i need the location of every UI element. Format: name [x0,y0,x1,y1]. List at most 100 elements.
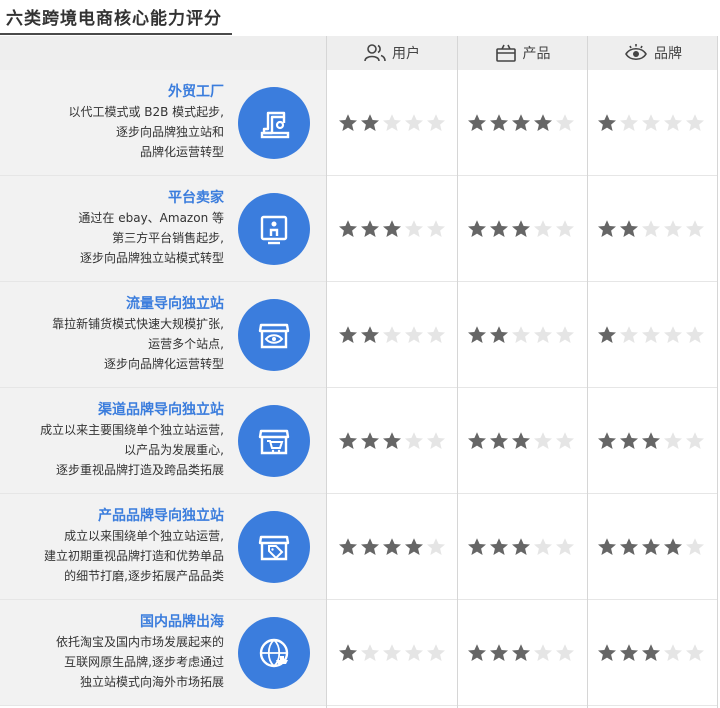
page-title: 六类跨境电商核心能力评分 [6,9,222,29]
star-rating [467,431,575,451]
row-name: 流量导向独立站 [126,296,224,312]
star-filled-icon [383,432,401,449]
star-filled-icon [361,432,379,449]
row-name: 产品品牌导向独立站 [98,508,224,524]
table-row: 产品品牌导向独立站 成立以来围绕单个独立站运营, 建立初期重视品牌打造和优势单品 的细… [0,494,718,600]
star-empty-icon [686,220,704,237]
star-filled-icon [598,114,616,131]
row-description-line: 成立以来主要围绕单个独立站运营, [40,423,224,437]
star-filled-icon [468,326,486,343]
row-description-line: 运营多个站点, [148,337,224,351]
column-divider [326,36,327,708]
column-divider [717,36,718,708]
row-description: 外贸工厂 以代工模式或 B2B 模式起步, 逐步向品牌独立站和 品牌化运营转型 [0,82,224,162]
header-product: 产品 [458,36,587,70]
star-rating [597,113,705,133]
row-description-line: 的细节打磨,逐步拓展产品品类 [64,569,224,583]
star-empty-icon [405,432,423,449]
star-empty-icon [556,326,574,343]
row-description-line: 独立站模式向海外市场拓展 [79,675,224,689]
category-badge [238,511,310,583]
star-empty-icon [534,220,552,237]
star-empty-icon [664,432,682,449]
star-rating [338,537,446,557]
star-filled-icon [361,538,379,555]
star-empty-icon [664,114,682,131]
star-filled-icon [468,644,486,661]
star-filled-icon [361,326,379,343]
star-filled-icon [468,114,486,131]
star-empty-icon [534,644,552,661]
row-name: 渠道品牌导向独立站 [98,402,224,418]
star-empty-icon [427,220,445,237]
row-description: 渠道品牌导向独立站 成立以来主要围绕单个独立站运营, 以产品为发展重心, 逐步重视品牌… [0,400,224,480]
row-description-line: 靠拉新铺货模式快速大规模扩张, [52,317,224,331]
row-description-line: 通过在 ebay、Amazon 等 [78,211,224,225]
star-rating [467,643,575,663]
star-filled-icon [490,114,508,131]
star-filled-icon [664,538,682,555]
star-filled-icon [534,114,552,131]
star-filled-icon [383,220,401,237]
table-row: 平台卖家 通过在 ebay、Amazon 等第三方平台销售起步, 逐步向品牌独立站模… [0,176,718,282]
header-label-users: 用户 [392,46,420,62]
table-row: 国内品牌出海 依托淘宝及国内市场发展起来的 互联网原生品牌,逐步考虑通过 独立站模式向… [0,600,718,706]
star-filled-icon [512,538,530,555]
row-description: 平台卖家 通过在 ebay、Amazon 等第三方平台销售起步, 逐步向品牌独立站模… [0,188,224,268]
row-name: 平台卖家 [168,190,224,206]
star-filled-icon [490,326,508,343]
star-filled-icon [361,220,379,237]
category-badge [238,193,310,265]
row-description-line: 建立初期重视品牌打造和优势单品 [43,549,224,563]
star-filled-icon [468,432,486,449]
rating-table: 用户 产品 品牌 外贸工厂 以代工模式或 B2B 模式起步, 逐步向品牌独立站和 品牌… [0,36,718,708]
star-empty-icon [427,326,445,343]
row-description: 国内品牌出海 依托淘宝及国内市场发展起来的 互联网原生品牌,逐步考虑通过 独立站模式向… [0,612,224,692]
star-empty-icon [427,114,445,131]
star-filled-icon [620,538,638,555]
star-filled-icon [642,538,660,555]
star-empty-icon [556,114,574,131]
star-filled-icon [405,538,423,555]
row-name: 国内品牌出海 [140,614,224,630]
title-underline [0,33,232,35]
star-empty-icon [686,432,704,449]
row-description-line: 依托淘宝及国内市场发展起来的 [55,635,224,649]
row-description-line: 逐步向品牌化运营转型 [103,357,224,371]
star-filled-icon [598,644,616,661]
star-filled-icon [339,220,357,237]
star-rating [597,219,705,239]
row-name: 外贸工厂 [168,84,224,100]
star-rating [467,113,575,133]
star-rating [467,219,575,239]
star-empty-icon [383,644,401,661]
star-empty-icon [556,644,574,661]
star-filled-icon [468,220,486,237]
category-badge [238,405,310,477]
star-empty-icon [556,538,574,555]
store-eye-icon [258,323,290,349]
star-rating [338,643,446,663]
star-empty-icon [361,644,379,661]
column-divider [587,36,588,708]
star-filled-icon [598,432,616,449]
star-filled-icon [598,326,616,343]
star-filled-icon [468,538,486,555]
star-rating [338,325,446,345]
star-filled-icon [490,538,508,555]
star-empty-icon [642,114,660,131]
star-filled-icon [339,538,357,555]
row-description-line: 以代工模式或 B2B 模式起步, [68,105,224,119]
star-empty-icon [686,114,704,131]
star-filled-icon [642,432,660,449]
star-empty-icon [427,538,445,555]
star-filled-icon [383,538,401,555]
star-empty-icon [534,538,552,555]
star-filled-icon [339,644,357,661]
star-empty-icon [620,114,638,131]
header-label-brand: 品牌 [654,46,682,62]
star-empty-icon [620,326,638,343]
star-empty-icon [405,326,423,343]
star-empty-icon [686,538,704,555]
row-description-line: 逐步向品牌独立站模式转型 [79,251,224,265]
